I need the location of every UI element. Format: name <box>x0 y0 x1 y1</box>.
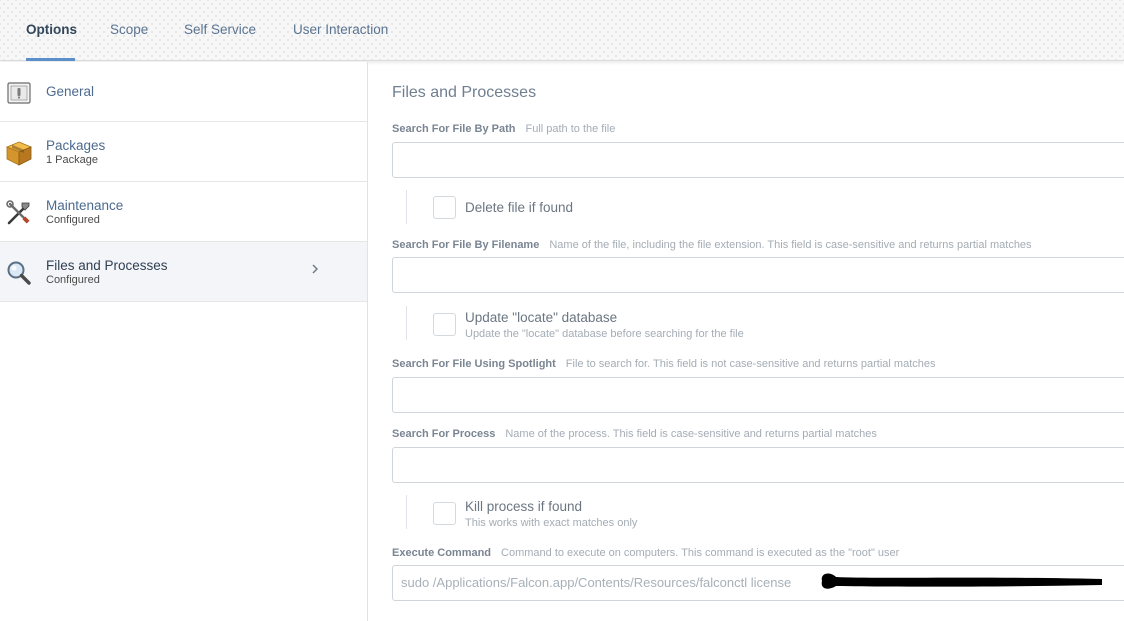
tab-user-interaction[interactable]: User Interaction <box>293 22 388 37</box>
search-spotlight-help: File to search for. This field is not ca… <box>565 358 936 370</box>
option-divider <box>406 190 407 224</box>
search-filename-label: Search For File By Filename Name of the f… <box>392 239 1032 251</box>
update-locate-label: Update "locate" database <box>465 310 618 325</box>
search-path-input[interactable] <box>392 142 1124 178</box>
tab-bar: Options Scope Self Service User Interact… <box>0 0 1124 61</box>
search-filename-help: Name of the file, including the file ext… <box>549 239 1032 251</box>
search-path-label: Search For File By Path Full path to the … <box>392 123 616 135</box>
tab-options[interactable]: Options <box>26 22 77 37</box>
execute-command-help: Command to execute on computers. This co… <box>501 547 900 559</box>
chevron-right-icon <box>312 264 318 274</box>
sidebar-item-general[interactable]: General <box>0 62 367 122</box>
sidebar-item-packages[interactable]: Packages 1 Package <box>0 122 367 182</box>
execute-command-value: sudo /Applications/Falcon.app/Contents/R… <box>401 575 792 590</box>
sidebar-item-files-and-processes[interactable]: Files and Processes Configured <box>0 242 367 302</box>
tools-icon <box>6 200 30 225</box>
search-path-help: Full path to the file <box>525 123 616 135</box>
redaction-scribble <box>821 573 1102 589</box>
search-process-input[interactable] <box>392 447 1124 483</box>
delete-file-label: Delete file if found <box>465 200 574 215</box>
search-spotlight-label: Search For File Using Spotlight File to s… <box>392 358 936 370</box>
magnifier-icon <box>7 261 31 285</box>
sidebar-item-maintenance[interactable]: Maintenance Configured <box>0 182 367 242</box>
search-filename-input[interactable] <box>392 257 1124 293</box>
kill-process-checkbox[interactable] <box>433 502 456 525</box>
option-divider <box>406 306 407 340</box>
execute-command-label: Execute Command Command to execute on com… <box>392 547 900 559</box>
kill-process-label: Kill process if found <box>465 499 583 514</box>
main-content: Files and Processes Search For File By P… <box>368 62 1124 621</box>
sidebar-item-label: Packages <box>46 138 106 153</box>
section-title: Files and Processes <box>392 84 537 101</box>
kill-process-sublabel: This works with exact matches only <box>465 517 638 529</box>
sidebar-item-label: General <box>46 84 95 99</box>
sidebar-item-label: Maintenance <box>46 198 124 213</box>
delete-file-checkbox[interactable] <box>433 196 456 219</box>
search-process-help: Name of the process. This field is case-… <box>505 428 877 440</box>
option-divider <box>406 495 407 529</box>
sidebar: General Packages 1 Package Maintenance C… <box>0 62 368 621</box>
update-locate-checkbox[interactable] <box>433 313 456 336</box>
sidebar-item-subtitle: 1 Package <box>46 154 98 166</box>
search-process-label: Search For Process Name of the process. T… <box>392 428 877 440</box>
search-spotlight-input[interactable] <box>392 377 1124 413</box>
package-box-icon <box>5 141 33 166</box>
general-icon <box>7 82 31 104</box>
sidebar-item-subtitle: Configured <box>46 214 100 226</box>
tab-scope[interactable]: Scope <box>110 22 148 37</box>
update-locate-sublabel: Update the "locate" database before sear… <box>465 328 744 340</box>
tab-self-service[interactable]: Self Service <box>184 22 256 37</box>
sidebar-item-subtitle: Configured <box>46 274 100 286</box>
sidebar-item-label: Files and Processes <box>46 258 168 273</box>
active-tab-indicator <box>26 58 75 61</box>
